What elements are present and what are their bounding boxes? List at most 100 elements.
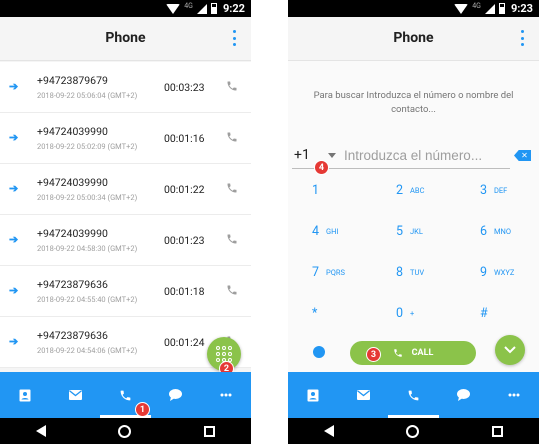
call-row[interactable]: ➔ +94724039990 2018-09-22 05:02:09 (GMT+…	[0, 113, 251, 164]
call-datetime: 2018-09-22 05:06:04 (GMT+2)	[37, 91, 138, 100]
bottom-nav	[0, 372, 251, 418]
tab-contacts[interactable]	[288, 372, 338, 418]
key-7[interactable]: 7 PQRS	[288, 257, 371, 295]
system-nav-bar	[0, 418, 251, 444]
tab-messages[interactable]	[50, 372, 100, 418]
call-duration: 00:03:23	[164, 81, 205, 94]
call-datetime: 2018-09-22 05:02:09 (GMT+2)	[37, 142, 138, 151]
key-0[interactable]: 0 +	[372, 298, 455, 336]
back-icon[interactable]	[324, 425, 335, 437]
key-1[interactable]: 1	[288, 175, 371, 213]
call-duration: 00:01:22	[164, 183, 205, 196]
bottom-nav	[288, 372, 539, 418]
system-nav-bar	[288, 418, 539, 444]
battery-icon	[498, 3, 505, 14]
tab-messages[interactable]	[338, 372, 388, 418]
call-duration: 00:01:23	[164, 234, 205, 247]
country-dropdown-icon[interactable]	[328, 153, 336, 158]
annotation-badge-4: 4	[314, 160, 329, 175]
home-icon[interactable]	[406, 424, 420, 438]
contacts-icon	[307, 389, 319, 401]
battery-icon	[210, 3, 217, 14]
key-hash[interactable]: #	[456, 298, 539, 336]
page-title: Phone	[393, 30, 434, 46]
phone-icon	[120, 390, 131, 400]
signal-icon	[196, 3, 207, 14]
call-datetime: 2018-09-22 04:55:40 (GMT+2)	[37, 295, 138, 304]
call-back-phone-icon[interactable]	[226, 79, 238, 93]
contacts-icon	[19, 389, 31, 401]
call-number: +94724039990	[37, 227, 108, 240]
key-3[interactable]: 3 DEF	[456, 175, 539, 213]
tab-chat[interactable]	[439, 372, 489, 418]
tab-contacts[interactable]	[0, 372, 50, 418]
key-2[interactable]: 2 ABC	[372, 175, 455, 213]
outgoing-arrow-icon: ➔	[9, 182, 19, 195]
tab-chat[interactable]	[151, 372, 201, 418]
key-5[interactable]: 5 JKL	[372, 216, 455, 254]
email-icon	[356, 390, 370, 400]
key-star[interactable]: *	[288, 298, 371, 336]
tab-more[interactable]	[489, 372, 539, 418]
recents-icon[interactable]	[203, 425, 215, 437]
call-datetime: 2018-09-22 04:54:06 (GMT+2)	[37, 346, 138, 355]
network-type: 4G	[472, 1, 481, 10]
outgoing-arrow-icon: ➔	[9, 233, 19, 246]
call-row[interactable]: ➔ +94724039990 2018-09-22 05:00:34 (GMT+…	[0, 164, 251, 215]
collapse-dialpad-button[interactable]	[495, 335, 525, 365]
email-icon	[68, 390, 82, 400]
key-8[interactable]: 8 TUV	[372, 257, 455, 295]
key-9[interactable]: 9 WXYZ	[456, 257, 539, 295]
recents-icon[interactable]	[491, 425, 503, 437]
app-bar: Phone	[0, 17, 251, 61]
chevron-down-icon	[504, 346, 516, 354]
call-datetime: 2018-09-22 04:58:30 (GMT+2)	[37, 244, 138, 253]
outgoing-arrow-icon: ➔	[9, 335, 19, 348]
tab-phone[interactable]	[388, 372, 439, 418]
page-title: Phone	[105, 30, 146, 46]
call-number: +94723879679	[37, 74, 108, 87]
outgoing-arrow-icon: ➔	[9, 284, 19, 297]
call-row[interactable]: ➔ +94724039990 2018-09-22 04:58:30 (GMT+…	[0, 215, 251, 266]
chat-icon	[457, 389, 471, 401]
call-number: +94724039990	[37, 125, 108, 138]
call-log-screen: 4G 9:22 Phone ➔ +94723879679 2018-09-22 …	[0, 0, 251, 444]
more-icon	[508, 393, 520, 397]
overflow-menu-icon[interactable]	[231, 30, 237, 46]
home-icon[interactable]	[118, 424, 132, 438]
overflow-menu-icon[interactable]	[519, 30, 525, 46]
call-number: +94723879636	[37, 278, 108, 291]
clock: 9:23	[510, 2, 533, 15]
call-row[interactable]: ➔ +94723879679 2018-09-22 05:06:04 (GMT+…	[0, 62, 251, 113]
call-row[interactable]: ➔ +94723879636 2018-09-22 04:55:40 (GMT+…	[0, 266, 251, 317]
clock: 9:22	[222, 2, 245, 15]
network-type: 4G	[184, 1, 193, 10]
status-bar: 4G 9:23	[288, 0, 539, 17]
dialer-screen: 4G 9:23 Phone Para buscar Introduzca el …	[288, 0, 539, 444]
wifi-icon	[454, 3, 469, 14]
key-6[interactable]: 6 MNO	[456, 216, 539, 254]
call-duration: 00:01:16	[164, 132, 205, 145]
status-bar: 4G 9:22	[0, 0, 251, 17]
globe-icon[interactable]	[313, 346, 325, 358]
call-back-phone-icon[interactable]	[226, 232, 238, 246]
number-input[interactable]	[344, 145, 494, 165]
call-datetime: 2018-09-22 05:00:34 (GMT+2)	[37, 193, 138, 202]
annotation-badge-3: 3	[366, 347, 381, 362]
call-back-phone-icon[interactable]	[226, 283, 238, 297]
call-button-label: CALL	[411, 348, 434, 358]
wifi-icon	[166, 3, 181, 14]
signal-icon	[484, 3, 495, 14]
outgoing-arrow-icon: ➔	[9, 80, 19, 93]
tab-more[interactable]	[201, 372, 251, 418]
more-icon	[220, 393, 232, 397]
country-code[interactable]: +1	[294, 147, 310, 163]
call-number: +94724039990	[37, 176, 108, 189]
key-4[interactable]: 4 GHI	[288, 216, 371, 254]
annotation-badge-1: 1	[135, 402, 150, 417]
call-back-phone-icon[interactable]	[226, 181, 238, 195]
phone-icon	[408, 390, 419, 400]
back-icon[interactable]	[36, 425, 47, 437]
call-back-phone-icon[interactable]	[226, 130, 238, 144]
dialpad-icon	[216, 346, 232, 362]
